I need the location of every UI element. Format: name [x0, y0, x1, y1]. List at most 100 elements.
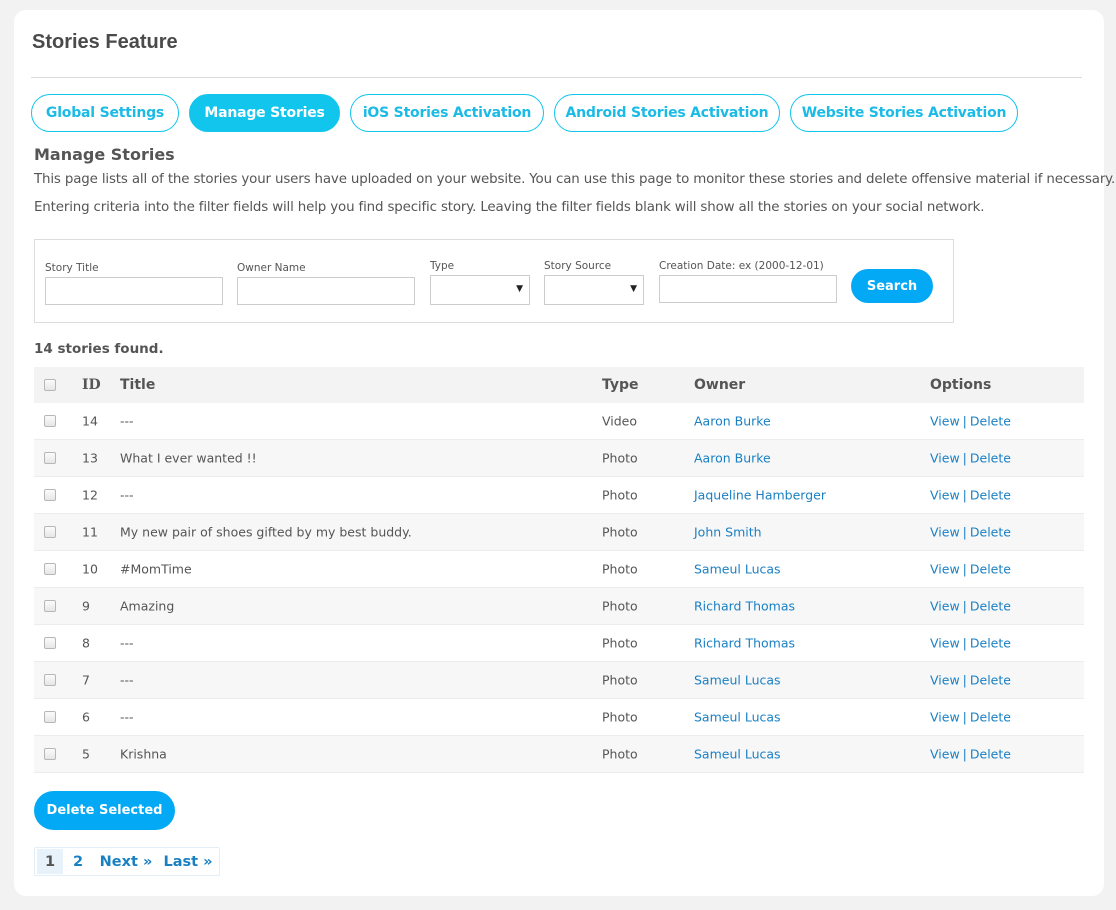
column-header-title: Title [120, 377, 156, 393]
story-type: Photo [602, 709, 638, 725]
story-type: Photo [602, 746, 638, 762]
story-title-field: Story Title [45, 262, 223, 305]
row-checkbox[interactable] [44, 711, 56, 723]
row-options: View | Delete [930, 451, 1011, 466]
owner-link[interactable]: Sameul Lucas [694, 710, 781, 725]
column-header-id: ID [82, 377, 101, 393]
owner-link[interactable]: Richard Thomas [694, 599, 795, 614]
delete-link[interactable]: Delete [970, 488, 1011, 503]
next-page-link[interactable]: Next » [93, 849, 159, 874]
column-header-type: Type [602, 377, 639, 393]
dropdown-arrow-icon: ▼ [630, 284, 637, 294]
story-title: My new pair of shoes gifted by my best b… [120, 524, 412, 540]
story-id: 9 [82, 598, 90, 614]
delete-link[interactable]: Delete [970, 599, 1011, 614]
table-row: 7 --- Photo Sameul Lucas View | Delete [34, 662, 1084, 699]
delete-link[interactable]: Delete [970, 673, 1011, 688]
row-checkbox[interactable] [44, 415, 56, 427]
table-row: 6 --- Photo Sameul Lucas View | Delete [34, 699, 1084, 736]
story-id: 10 [82, 561, 98, 577]
view-link[interactable]: View [930, 451, 960, 466]
column-header-options: Options [930, 377, 992, 393]
row-options: View | Delete [930, 673, 1011, 688]
tab-ios-stories-activation[interactable]: iOS Stories Activation [350, 94, 544, 132]
page-title: Stories Feature [32, 31, 178, 53]
search-button[interactable]: Search [851, 269, 933, 303]
options-separator: | [962, 450, 967, 466]
owner-link[interactable]: Aaron Burke [694, 451, 771, 466]
view-link[interactable]: View [930, 488, 960, 503]
creation-date-input[interactable] [659, 275, 837, 303]
tab-website-stories-activation[interactable]: Website Stories Activation [790, 94, 1018, 132]
table-row: 12 --- Photo Jaqueline Hamberger View | Delete [34, 477, 1084, 514]
page-current: 1 [37, 849, 63, 874]
row-checkbox[interactable] [44, 563, 56, 575]
story-title: #MomTime [120, 561, 192, 577]
pagination: 1 2 Next » Last » [34, 847, 220, 876]
dropdown-arrow-icon: ▼ [516, 284, 523, 294]
row-checkbox[interactable] [44, 526, 56, 538]
view-link[interactable]: View [930, 562, 960, 577]
table-row: 13 What I ever wanted !! Photo Aaron Burke V… [34, 440, 1084, 477]
delete-link[interactable]: Delete [970, 562, 1011, 577]
view-link[interactable]: View [930, 599, 960, 614]
row-checkbox[interactable] [44, 489, 56, 501]
owner-link[interactable]: Jaqueline Hamberger [694, 488, 826, 503]
view-link[interactable]: View [930, 636, 960, 651]
story-title: --- [120, 413, 134, 429]
story-source-select[interactable]: ▼ [544, 275, 644, 305]
stories-table: ID Title Type Owner Options 14 --- Video Aa… [34, 367, 1084, 773]
story-source-field: Story Source ▼ [544, 260, 644, 305]
delete-link[interactable]: Delete [970, 525, 1011, 540]
delete-selected-button[interactable]: Delete Selected [34, 791, 175, 830]
owner-link[interactable]: Sameul Lucas [694, 747, 781, 762]
column-header-owner: Owner [694, 377, 746, 393]
delete-link[interactable]: Delete [970, 747, 1011, 762]
row-options: View | Delete [930, 562, 1011, 577]
story-id: 7 [82, 672, 90, 688]
page-link-2[interactable]: 2 [63, 849, 93, 874]
story-title: --- [120, 635, 134, 651]
options-separator: | [962, 709, 967, 725]
table-header: ID Title Type Owner Options [34, 367, 1084, 403]
select-all-checkbox[interactable] [44, 379, 56, 391]
view-link[interactable]: View [930, 673, 960, 688]
tab-bar: Global Settings Manage Stories iOS Stori… [31, 94, 1028, 132]
view-link[interactable]: View [930, 747, 960, 762]
owner-name-input[interactable] [237, 277, 415, 305]
options-separator: | [962, 413, 967, 429]
type-select[interactable]: ▼ [430, 275, 530, 305]
row-checkbox[interactable] [44, 452, 56, 464]
story-type: Photo [602, 561, 638, 577]
delete-link[interactable]: Delete [970, 451, 1011, 466]
row-options: View | Delete [930, 747, 1011, 762]
view-link[interactable]: View [930, 525, 960, 540]
options-separator: | [962, 635, 967, 651]
owner-link[interactable]: Sameul Lucas [694, 673, 781, 688]
story-id: 5 [82, 746, 90, 762]
filter-hint: Entering criteria into the filter fields… [34, 200, 985, 215]
owner-link[interactable]: Sameul Lucas [694, 562, 781, 577]
row-checkbox[interactable] [44, 674, 56, 686]
view-link[interactable]: View [930, 414, 960, 429]
owner-link[interactable]: John Smith [694, 525, 762, 540]
tab-manage-stories[interactable]: Manage Stories [189, 94, 340, 132]
tab-android-stories-activation[interactable]: Android Stories Activation [554, 94, 780, 132]
delete-link[interactable]: Delete [970, 710, 1011, 725]
last-page-link[interactable]: Last » [159, 849, 217, 874]
view-link[interactable]: View [930, 710, 960, 725]
story-type: Photo [602, 450, 638, 466]
row-checkbox[interactable] [44, 600, 56, 612]
creation-date-field: Creation Date: ex (2000-12-01) [659, 260, 837, 303]
story-title-input[interactable] [45, 277, 223, 305]
story-title: --- [120, 672, 134, 688]
story-title: --- [120, 709, 134, 725]
story-id: 6 [82, 709, 90, 725]
owner-link[interactable]: Aaron Burke [694, 414, 771, 429]
row-checkbox[interactable] [44, 637, 56, 649]
delete-link[interactable]: Delete [970, 414, 1011, 429]
delete-link[interactable]: Delete [970, 636, 1011, 651]
owner-link[interactable]: Richard Thomas [694, 636, 795, 651]
row-checkbox[interactable] [44, 748, 56, 760]
tab-global-settings[interactable]: Global Settings [31, 94, 179, 132]
